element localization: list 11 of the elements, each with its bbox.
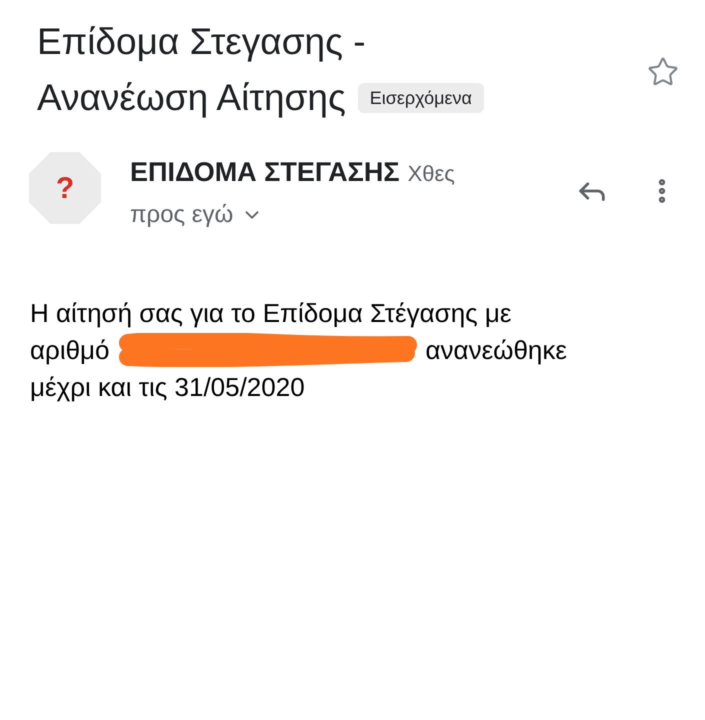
email-time: Χθες bbox=[408, 160, 455, 188]
inbox-label[interactable]: Εισερχόμενα bbox=[358, 83, 484, 113]
body-text: μέχρι και τις 31/05/2020 bbox=[30, 372, 305, 402]
body-text: Η αίτησή σας για το Επίδομα Στέγασης με bbox=[30, 298, 512, 328]
email-subject: Ανανέωση Αίτησης bbox=[37, 76, 346, 120]
body-text: ανανεώθηκε bbox=[426, 334, 567, 366]
recipient-toggle[interactable]: προς εγώ bbox=[130, 196, 455, 232]
sender-avatar[interactable]: ? bbox=[29, 152, 101, 224]
sender-name: ΕΠΙΔΟΜΑ ΣΤΕΓΑΣΗΣ bbox=[130, 156, 400, 189]
email-subject: Επίδομα Στεγασης - bbox=[37, 20, 366, 64]
body-text: αριθμό bbox=[30, 334, 110, 366]
